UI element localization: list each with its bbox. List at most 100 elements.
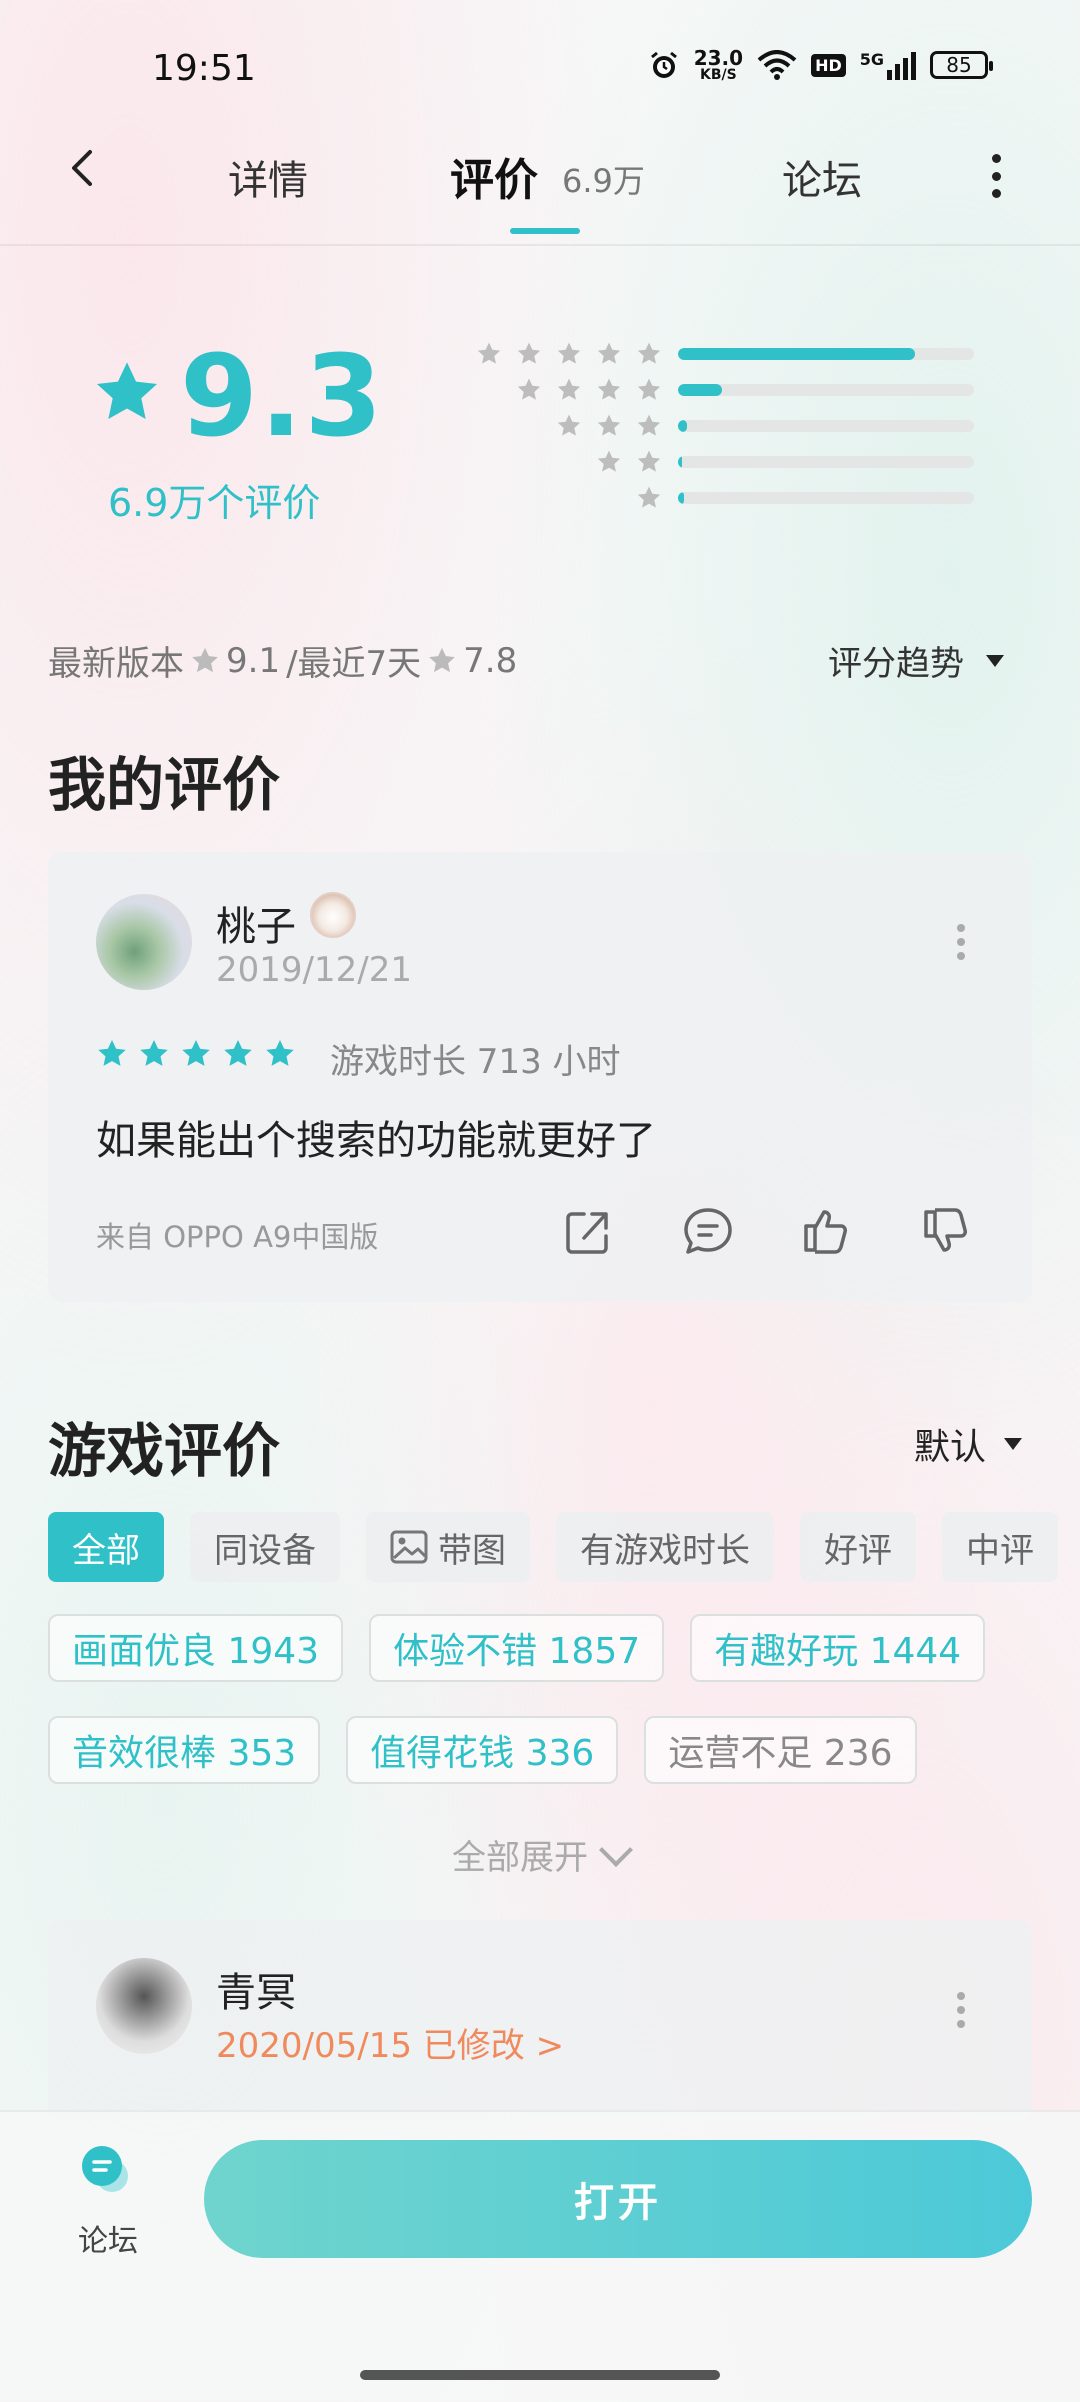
expand-all-button[interactable]: 全部展开 [452,1830,633,1879]
review-device: 来自 OPPO A9中国版 [96,1220,379,1254]
thumbs-up-icon[interactable] [798,1202,854,1258]
rating-count: 6.9万个评价 [108,481,321,525]
tag-chip[interactable]: 画面优良 1943 [48,1614,344,1682]
latest-version-label: 最新版本 [48,644,184,684]
star-icon-wrap [516,377,542,403]
dropdown-triangle-icon [986,654,1004,667]
signal-bar [895,64,900,80]
sort-label: 默认 [914,1427,987,1468]
recent-label: /最近7天 [286,644,422,684]
battery-icon: 85 [930,51,993,79]
filter-neutral[interactable]: 中评 [942,1512,1058,1582]
rating-trend-dropdown[interactable]: 评分趋势 [828,636,1004,685]
open-button[interactable]: 打开 [204,2140,1032,2258]
star-icon-wrap [556,341,582,367]
game-reviews-title: 游戏评价 [48,1417,281,1485]
tab-details[interactable]: 详情 [228,148,308,206]
signal-bar [911,52,916,80]
playtime: 游戏时长 713 小时 [330,1042,621,1082]
star-icon-wrap [636,449,662,475]
filter-playtime[interactable]: 有游戏时长 [556,1512,774,1582]
tab-reviews[interactable]: 评价 [450,144,538,208]
chevron-down-icon [599,1832,633,1867]
star-icon-wrap [636,377,662,403]
star-icon-wrap [636,341,662,367]
avatar[interactable] [96,894,192,990]
filter-same-device[interactable]: 同设备 [190,1512,340,1582]
average-score: 9.3 [180,332,385,462]
signal-type: 5G [859,50,884,69]
review-more-icon[interactable] [956,1992,966,2028]
more-options-icon[interactable] [990,154,1002,198]
distribution-bar [678,420,974,432]
star-icon [98,1040,126,1066]
tab-reviews-count: 6.9万 [562,162,645,200]
distribution-stars [556,413,662,439]
distribution-bar [678,456,974,468]
distribution-stars [516,377,662,403]
distribution-bar [678,384,974,396]
star-icon [557,342,581,364]
distribution-bar-fill [678,420,687,432]
network-speed: 23.0 KB/S [694,48,743,82]
tag-chips-row-1: 画面优良 1943 体验不错 1857 有趣好玩 1444 [48,1614,986,1682]
tag-chip[interactable]: 体验不错 1857 [369,1614,665,1682]
status-icons: 23.0 KB/S HD 5G 85 [648,48,993,82]
username[interactable]: 桃子 [216,894,296,952]
star-icon [597,450,621,472]
review-stars [96,1038,296,1070]
star-icon [140,1040,168,1066]
rating-trend-label: 评分趋势 [828,644,964,684]
home-indicator[interactable] [360,2370,720,2380]
alarm-icon [650,51,677,78]
tag-chip[interactable]: 运营不足 236 [644,1716,917,1784]
rating-star-icon [96,362,158,419]
share-icon[interactable] [560,1204,616,1260]
comment-icon[interactable] [680,1204,736,1260]
signal-bar [903,58,908,80]
network-speed-value: 23.0 [693,46,744,70]
distribution-stars [636,485,662,511]
network-speed-unit: KB/S [700,67,737,83]
distribution-row [462,480,982,516]
review-text: 如果能出个搜索的功能就更好了 [96,1118,656,1164]
star-icon [597,414,621,436]
filter-with-images-label: 带图 [438,1530,506,1571]
star-icon-wrap [556,413,582,439]
distribution-stars [596,449,662,475]
sort-dropdown[interactable]: 默认 [914,1418,1023,1470]
star-icon [637,486,661,508]
review-star [180,1038,212,1070]
avatar[interactable] [96,1958,192,2054]
thumbs-down-icon[interactable] [918,1204,974,1260]
tag-chip[interactable]: 有趣好玩 1444 [690,1614,986,1682]
my-review-title: 我的评价 [48,751,281,819]
filter-positive[interactable]: 好评 [800,1512,916,1582]
wifi-icon [757,50,797,80]
review-date-modified[interactable]: 2020/05/15 已修改 > [216,2018,564,2067]
tag-chip[interactable]: 音效很棒 353 [48,1716,321,1784]
dropdown-triangle-icon [1004,1438,1023,1450]
review-date: 2019/12/21 [216,950,412,990]
star-icon-wrap [596,341,622,367]
tag-chip[interactable]: 值得花钱 336 [346,1716,619,1784]
latest-version-score: 9.1 [226,640,281,681]
image-icon [390,1530,428,1564]
username[interactable]: 青冥 [216,1960,296,2018]
review-star [96,1038,128,1070]
distribution-row [462,408,982,444]
review-star [138,1038,170,1070]
star-icon [429,647,456,672]
filter-all[interactable]: 全部 [48,1512,164,1582]
back-arrow-icon[interactable] [62,148,102,188]
distribution-bar-fill [678,456,683,468]
star-icon-wrap [596,413,622,439]
review-more-icon[interactable] [956,924,966,960]
filter-with-images[interactable]: 带图 [366,1512,530,1582]
distribution-bar [678,348,974,360]
star-icon-wrap [476,341,502,367]
forum-icon[interactable] [78,2142,134,2198]
forum-label[interactable]: 论坛 [78,2216,138,2260]
star-icon [266,1040,294,1066]
tab-forum[interactable]: 论坛 [782,148,862,206]
